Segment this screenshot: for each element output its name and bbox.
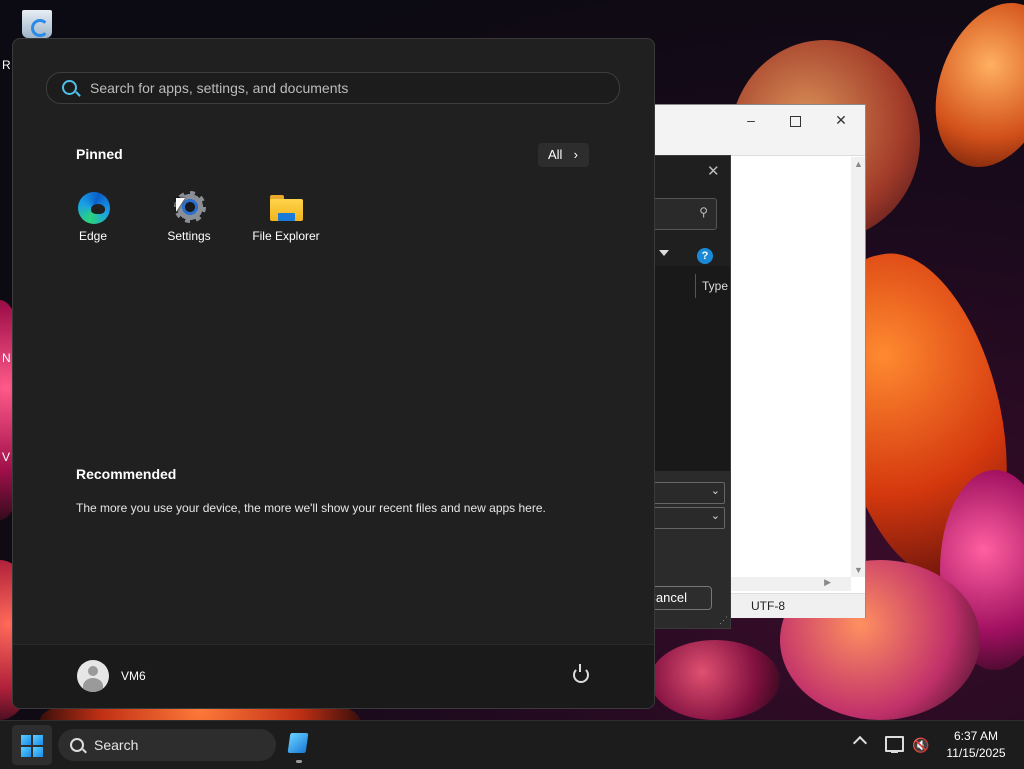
system-clock[interactable]: 6:37 AM 11/15/2025 xyxy=(936,728,1016,762)
all-apps-button[interactable]: All › xyxy=(538,143,589,167)
save-dialog[interactable]: ✕ ⚲ ? Type ⌄ ⌄ Cancel ⋰ xyxy=(652,155,731,629)
wallpaper-shape xyxy=(650,640,780,720)
start-search-input[interactable]: Search for apps, settings, and documents xyxy=(46,72,620,104)
edge-icon xyxy=(78,192,110,224)
user-name[interactable]: VM6 xyxy=(121,669,146,683)
start-menu-footer: VM6 xyxy=(13,644,654,708)
notepad-statusbar: UTF-8 xyxy=(729,593,865,618)
recycle-bin-glyph xyxy=(22,10,52,38)
start-button[interactable] xyxy=(12,725,52,765)
pinned-app-settings[interactable]: Settings xyxy=(144,189,234,251)
network-icon[interactable] xyxy=(885,736,904,753)
encoding-status: UTF-8 xyxy=(751,599,785,613)
pinned-heading: Pinned xyxy=(76,146,123,162)
taskbar-search-label: Search xyxy=(94,737,139,753)
scroll-right-icon[interactable]: ▶ xyxy=(824,577,831,588)
minimize-button[interactable]: – xyxy=(737,109,765,131)
view-dropdown-icon[interactable] xyxy=(659,250,669,256)
pinned-app-label: File Explorer xyxy=(252,229,320,243)
cancel-label: Cancel xyxy=(653,590,687,605)
scroll-up-icon[interactable]: ▲ xyxy=(854,159,863,169)
recommended-empty-text: The more you use your device, the more w… xyxy=(76,501,546,515)
search-icon: ⚲ xyxy=(699,205,708,219)
taskbar: Search 🔇 6:37 AM 11/15/2025 xyxy=(0,720,1024,769)
notepad-icon xyxy=(287,733,309,753)
taskbar-app-notepad[interactable] xyxy=(287,731,311,763)
notepad-titlebar[interactable]: – ✕ xyxy=(653,105,865,135)
dialog-close-icon[interactable]: ✕ xyxy=(707,162,720,180)
mouse-cursor-icon xyxy=(176,198,185,212)
horizontal-scrollbar[interactable]: ▶ xyxy=(729,577,851,591)
chevron-down-icon: ⌄ xyxy=(710,510,720,522)
running-indicator xyxy=(296,760,302,763)
desktop-icon-label: V xyxy=(2,450,11,464)
column-header-type[interactable]: Type xyxy=(695,274,728,298)
taskbar-search[interactable]: Search xyxy=(58,729,276,761)
folder-icon xyxy=(270,195,303,221)
dialog-search-box[interactable]: ⚲ xyxy=(653,198,717,230)
filename-field[interactable]: ⌄ xyxy=(653,482,725,504)
recommended-heading: Recommended xyxy=(76,466,177,482)
pinned-app-file-explorer[interactable]: File Explorer xyxy=(241,189,331,251)
desktop-icon-label: R xyxy=(2,58,11,72)
pinned-app-label: Edge xyxy=(78,229,108,243)
show-hidden-icons-chevron-icon[interactable] xyxy=(852,735,868,751)
search-placeholder: Search for apps, settings, and documents xyxy=(90,80,349,96)
help-icon[interactable]: ? xyxy=(697,248,713,264)
vertical-scrollbar[interactable]: ▲ ▼ xyxy=(851,157,865,577)
maximize-icon xyxy=(789,115,801,127)
chevron-right-icon: › xyxy=(573,147,578,162)
wallpaper-shape xyxy=(914,0,1024,184)
search-icon xyxy=(70,738,84,752)
user-avatar[interactable] xyxy=(77,660,109,692)
start-menu: Search for apps, settings, and documents… xyxy=(12,38,655,709)
cancel-button[interactable]: Cancel xyxy=(653,586,712,610)
notepad-menubar xyxy=(653,135,865,156)
filetype-select[interactable]: ⌄ xyxy=(653,507,725,529)
all-apps-label: All xyxy=(548,147,563,162)
resize-grip-icon[interactable]: ⋰ xyxy=(719,615,728,626)
close-button[interactable]: ✕ xyxy=(827,109,855,131)
pinned-app-label: Settings xyxy=(167,229,211,243)
pinned-app-edge[interactable]: Edge xyxy=(48,189,138,251)
volume-muted-icon[interactable]: 🔇 xyxy=(912,737,929,754)
clock-date: 11/15/2025 xyxy=(946,746,1006,760)
power-icon[interactable] xyxy=(573,664,589,683)
recycle-bin-icon[interactable] xyxy=(22,10,58,40)
desktop-icon-label: N xyxy=(2,351,11,365)
maximize-button[interactable] xyxy=(781,109,809,131)
windows-logo-icon xyxy=(21,735,43,757)
chevron-down-icon: ⌄ xyxy=(710,485,720,497)
scroll-down-icon[interactable]: ▼ xyxy=(854,565,863,575)
search-icon xyxy=(62,80,77,95)
clock-time: 6:37 AM xyxy=(953,729,999,743)
